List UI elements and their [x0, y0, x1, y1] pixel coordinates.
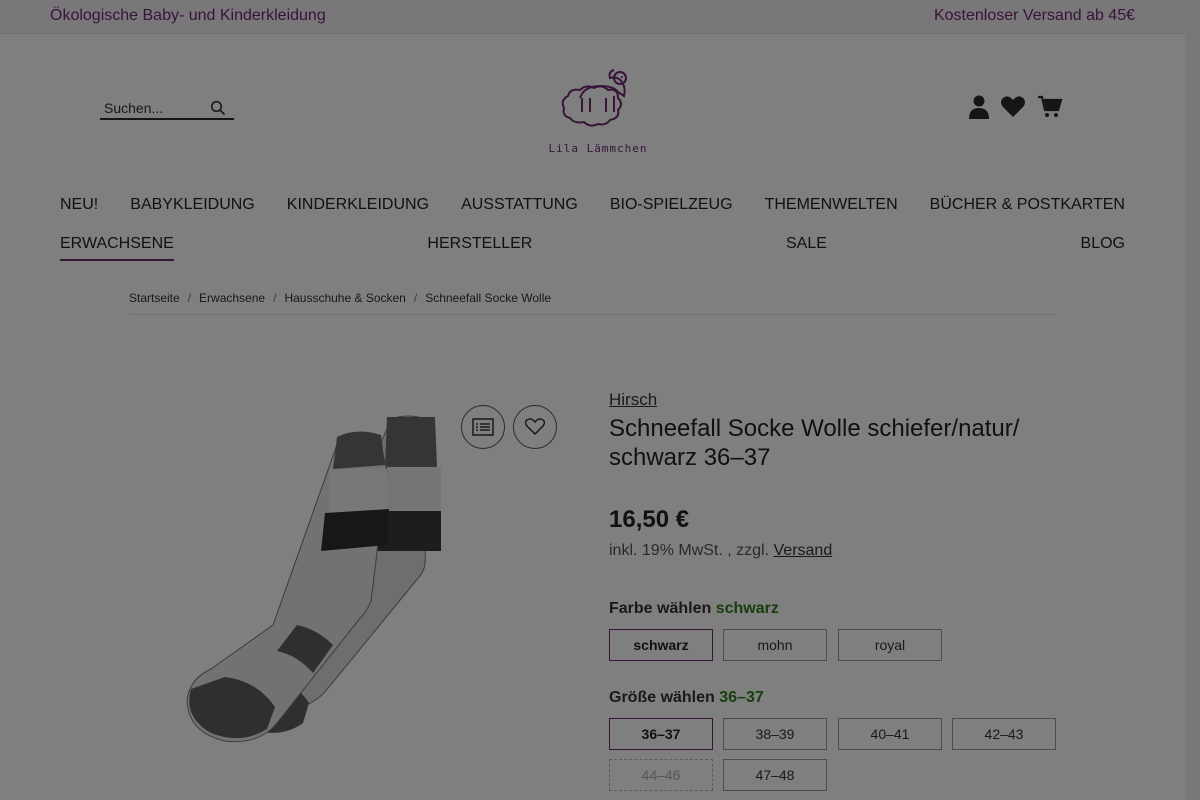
modal-backdrop-overlay[interactable]: [0, 0, 1200, 800]
